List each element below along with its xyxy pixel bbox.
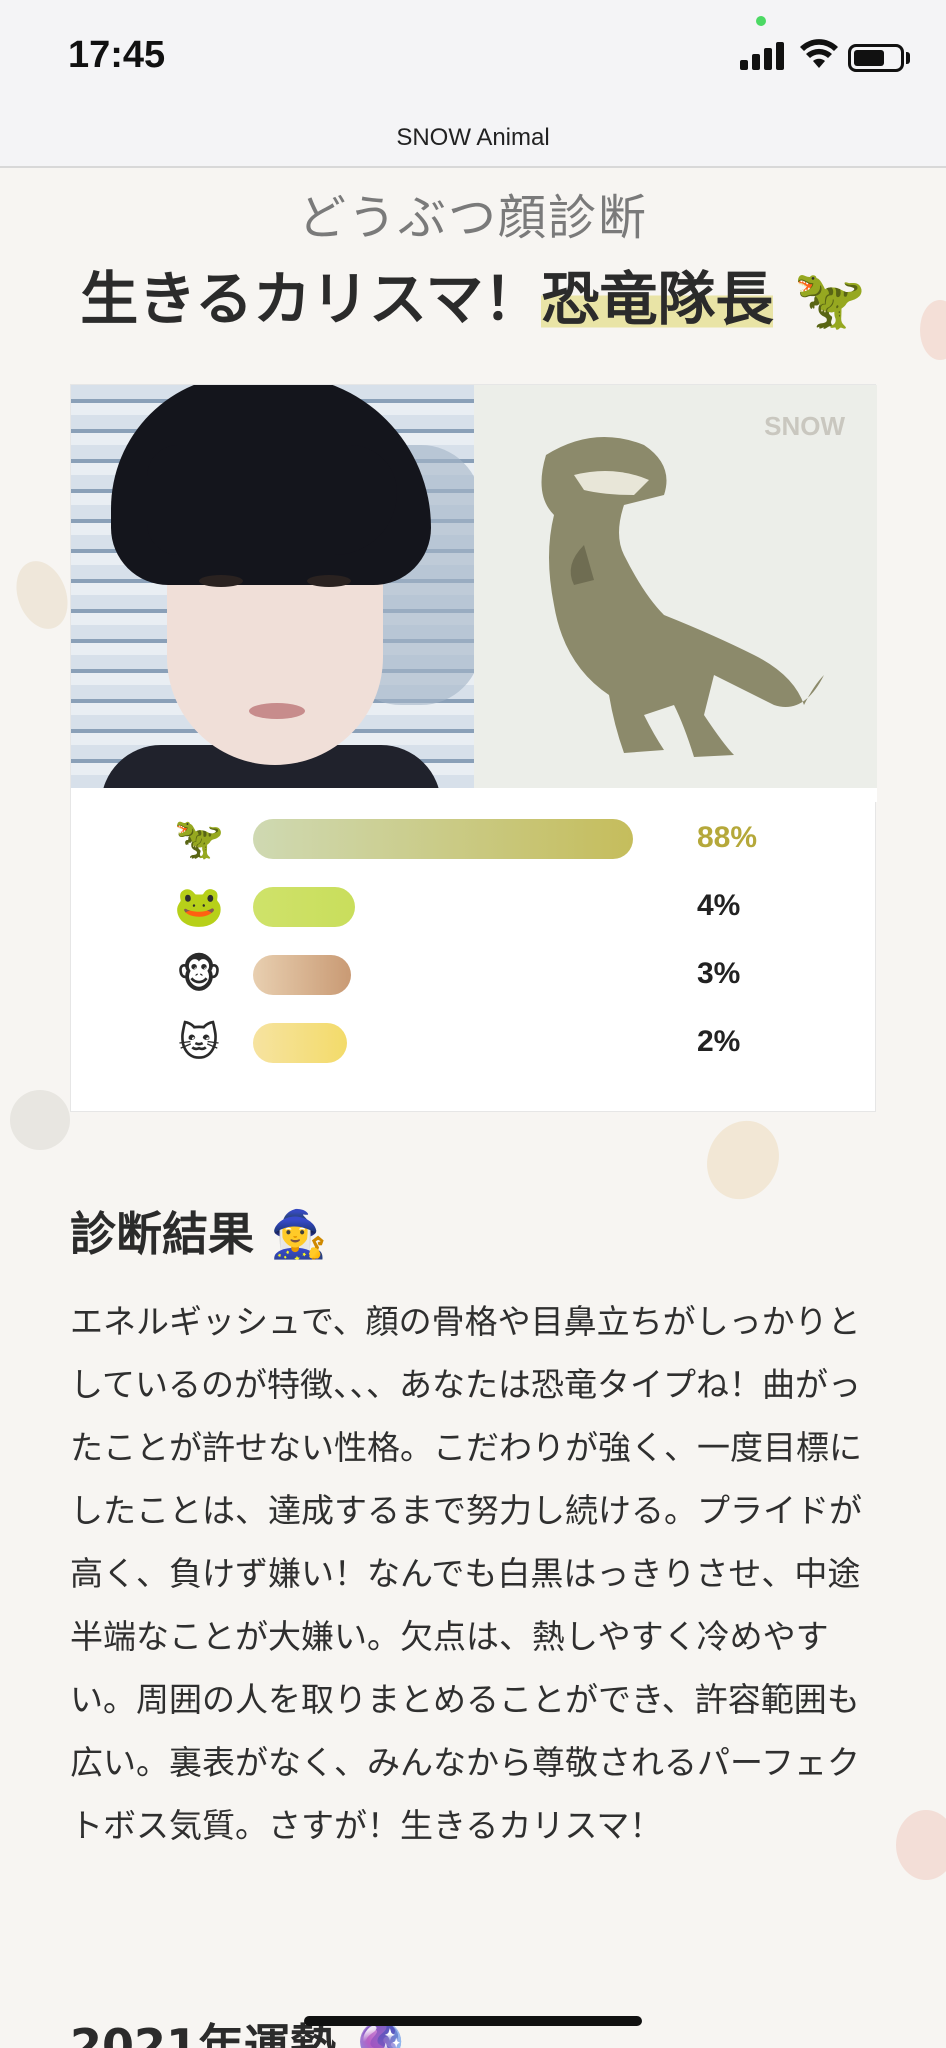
result-percent-frog: 4%: [697, 889, 741, 922]
result-title-prefix: 生きるカリスマ！: [80, 265, 542, 333]
result-percent-dinosaur: 88%: [697, 821, 758, 854]
result-bar-cat: [253, 1023, 347, 1063]
page-subtitle: どうぶつ顔診断: [297, 190, 648, 246]
privacy-indicator-dot: [756, 16, 766, 26]
status-time: 17:45: [68, 34, 166, 76]
result-percent-cat: 2%: [697, 1025, 741, 1058]
nav-bar: SNOW Animal: [0, 118, 946, 168]
cat-emoji-icon: 🐱: [178, 1020, 220, 1066]
result-row-dinosaur: 🦖 88%: [71, 815, 877, 863]
footprint-decoration-icon: [694, 1108, 792, 1212]
diagnosis-heading-text: 診断結果: [70, 1207, 254, 1261]
frog-emoji-icon: 🐸: [174, 884, 224, 930]
result-percent-monkey: 3%: [697, 957, 741, 990]
battery-tip: [906, 52, 910, 64]
result-card: SNOW 🦖 88% 🐸 4% 🐵 3% 🐱 2%: [70, 384, 877, 1112]
result-title-animal: 恐竜隊長: [541, 265, 774, 333]
animal-illustration: SNOW: [474, 385, 877, 788]
dinosaur-emoji-icon: 🦖: [793, 265, 866, 333]
witch-emoji-icon: 🧙‍♀️: [270, 1207, 328, 1261]
result-bar-monkey: [253, 955, 351, 995]
result-title: 生きるカリスマ！恐竜隊長 🦖: [0, 252, 946, 336]
result-bar-frog: [253, 887, 355, 927]
footprint-decoration-icon: [896, 1810, 946, 1880]
home-indicator[interactable]: [304, 2016, 642, 2026]
nav-title: SNOW Animal: [396, 124, 550, 151]
cellular-signal-icon: [740, 42, 784, 70]
result-row-frog: 🐸 4%: [71, 883, 877, 931]
dinosaur-emoji-icon: 🦖: [174, 816, 224, 862]
wifi-icon: [800, 39, 838, 68]
result-row-cat: 🐱 2%: [71, 1019, 877, 1067]
user-photo: [71, 385, 474, 788]
monkey-emoji-icon: 🐵: [175, 952, 223, 998]
diagnosis-body: エネルギッシュで、顔の骨格や目鼻立ちがしっかりとしているのが特徴、、、あなたは恐…: [70, 1302, 862, 1845]
result-bar-dinosaur: [253, 819, 633, 859]
result-row-monkey: 🐵 3%: [71, 951, 877, 999]
status-bar: 17:45: [0, 0, 946, 118]
footprint-decoration-icon: [7, 553, 77, 637]
footprint-decoration-icon: [10, 1090, 70, 1150]
dinosaur-illustration-icon: [541, 437, 824, 757]
battery-icon: [848, 44, 904, 72]
diagnosis-heading: 診断結果 🧙‍♀️: [70, 1198, 327, 1264]
fortune-heading-text: 2021年運勢: [70, 2019, 337, 2048]
